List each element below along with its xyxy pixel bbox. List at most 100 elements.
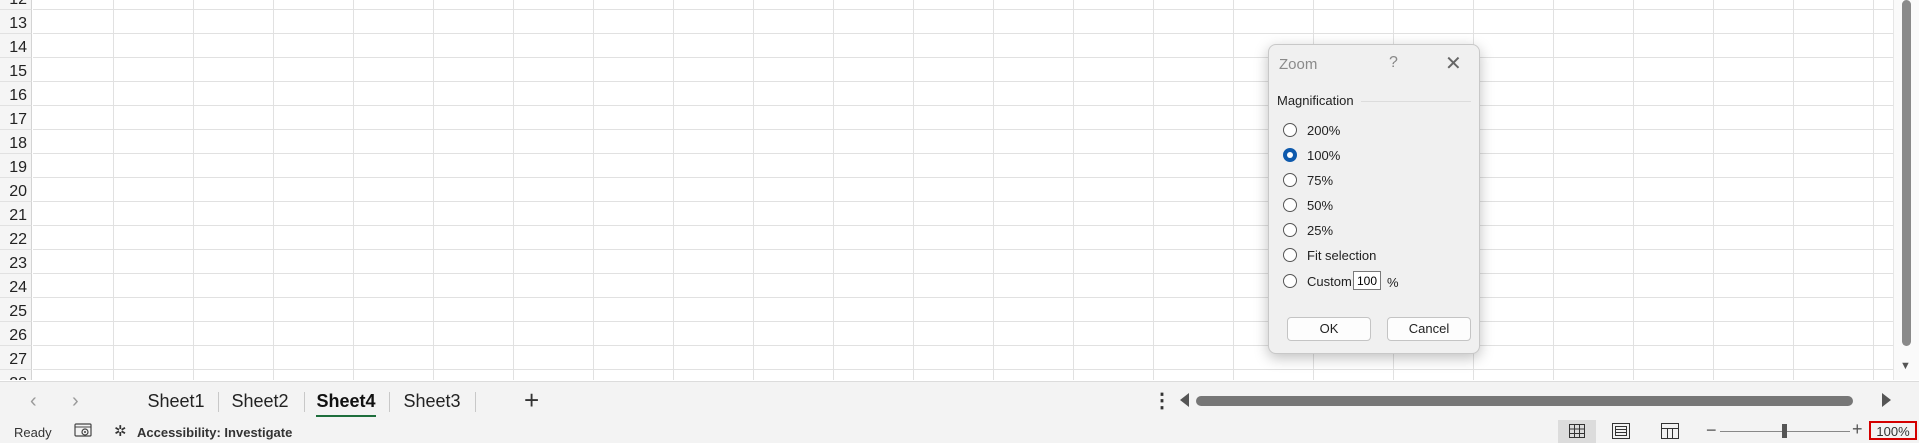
radio-custom[interactable]: Custom: % bbox=[1283, 271, 1473, 292]
row-header[interactable]: 13 bbox=[0, 10, 32, 34]
custom-percent-unit: % bbox=[1387, 275, 1399, 290]
vertical-scroll-thumb[interactable] bbox=[1902, 0, 1911, 346]
row-gridline bbox=[33, 153, 1893, 154]
column-gridline bbox=[833, 0, 834, 380]
row-header[interactable]: 15 bbox=[0, 58, 32, 82]
group-divider bbox=[1361, 101, 1471, 102]
help-icon[interactable]: ? bbox=[1389, 54, 1398, 72]
row-gridline bbox=[33, 321, 1893, 322]
sheet-tab-bar: ‹ › Sheet1 Sheet2 Sheet4 Sheet3 + ⋮ bbox=[0, 381, 1919, 420]
row-gridline bbox=[33, 369, 1893, 370]
row-gridline bbox=[33, 201, 1893, 202]
status-bar: Ready ✲ Accessibility: Investigate − + 1… bbox=[0, 419, 1919, 443]
column-gridline bbox=[1713, 0, 1714, 380]
radio-button-icon[interactable] bbox=[1283, 223, 1297, 237]
tab-separator bbox=[304, 392, 305, 412]
column-gridline bbox=[433, 0, 434, 380]
radio-button-icon[interactable] bbox=[1283, 198, 1297, 212]
row-gridline bbox=[33, 129, 1893, 130]
row-gridline bbox=[33, 345, 1893, 346]
radio-label: 25% bbox=[1307, 223, 1334, 238]
custom-zoom-input[interactable] bbox=[1353, 271, 1381, 290]
page-layout-icon[interactable] bbox=[1612, 423, 1630, 439]
column-gridline bbox=[673, 0, 674, 380]
previous-sheet-arrow-icon[interactable]: ‹ bbox=[30, 390, 37, 413]
scroll-left-arrow-icon[interactable] bbox=[1180, 393, 1189, 407]
column-gridline bbox=[593, 0, 594, 380]
column-gridline bbox=[273, 0, 274, 380]
accessibility-icon[interactable]: ✲ bbox=[114, 422, 127, 440]
row-header[interactable]: 21 bbox=[0, 202, 32, 226]
column-gridline bbox=[1073, 0, 1074, 380]
column-gridline bbox=[913, 0, 914, 380]
status-ready-text: Ready bbox=[14, 425, 52, 440]
sheet-tab-sheet1[interactable]: Sheet1 bbox=[145, 388, 207, 414]
row-gridline bbox=[33, 105, 1893, 106]
row-header[interactable]: 14 bbox=[0, 34, 32, 58]
row-header[interactable]: 18 bbox=[0, 130, 32, 154]
column-gridline bbox=[193, 0, 194, 380]
row-header[interactable]: 23 bbox=[0, 250, 32, 274]
scroll-right-arrow-icon[interactable] bbox=[1882, 393, 1891, 407]
row-gridline bbox=[33, 177, 1893, 178]
column-gridline bbox=[1633, 0, 1634, 380]
row-header[interactable]: 12 bbox=[0, 0, 32, 10]
ok-button[interactable]: OK bbox=[1287, 317, 1371, 341]
accessibility-status[interactable]: Accessibility: Investigate bbox=[137, 425, 292, 440]
grid-view-icon bbox=[1569, 424, 1585, 438]
row-gridline bbox=[33, 9, 1893, 10]
zoom-slider-thumb[interactable] bbox=[1782, 424, 1787, 438]
radio-button-icon[interactable] bbox=[1283, 148, 1297, 162]
radio-button-icon[interactable] bbox=[1283, 173, 1297, 187]
normal-view-button[interactable] bbox=[1558, 420, 1596, 443]
sheet-tab-sheet2[interactable]: Sheet2 bbox=[228, 388, 292, 414]
column-gridline bbox=[1873, 0, 1874, 380]
zoom-dialog: Zoom ? ✕ Magnification 200% 100% 75% 50%… bbox=[1268, 44, 1480, 354]
column-gridline bbox=[1553, 0, 1554, 380]
row-gridline bbox=[33, 33, 1893, 34]
column-gridline bbox=[113, 0, 114, 380]
radio-label: 75% bbox=[1307, 173, 1334, 188]
vertical-scrollbar[interactable]: ▼ bbox=[1893, 0, 1919, 380]
zoom-out-icon[interactable]: − bbox=[1706, 420, 1717, 441]
column-gridline bbox=[1233, 0, 1234, 380]
row-gridline bbox=[33, 57, 1893, 58]
radio-label: Fit selection bbox=[1307, 248, 1377, 263]
zoom-percentage-button[interactable]: 100% bbox=[1869, 421, 1917, 440]
row-header[interactable]: 19 bbox=[0, 154, 32, 178]
more-options-icon[interactable]: ⋮ bbox=[1152, 388, 1172, 413]
worksheet-grid[interactable]: 1213141516171819202122232425262728 ▼ bbox=[0, 0, 1919, 380]
row-header[interactable]: 22 bbox=[0, 226, 32, 250]
radio-button-icon[interactable] bbox=[1283, 274, 1297, 288]
scroll-down-arrow-icon[interactable]: ▼ bbox=[1900, 360, 1911, 372]
row-gridline bbox=[33, 297, 1893, 298]
horizontal-scroll-thumb[interactable] bbox=[1196, 396, 1853, 406]
row-header[interactable]: 27 bbox=[0, 346, 32, 370]
row-gridline bbox=[33, 249, 1893, 250]
radio-label: 200% bbox=[1307, 123, 1341, 138]
row-header[interactable]: 16 bbox=[0, 82, 32, 106]
row-gridline bbox=[33, 225, 1893, 226]
row-header[interactable]: 25 bbox=[0, 298, 32, 322]
radio-button-icon[interactable] bbox=[1283, 248, 1297, 262]
column-gridline bbox=[1153, 0, 1154, 380]
sheet-tab-sheet3[interactable]: Sheet3 bbox=[400, 388, 464, 414]
row-header[interactable]: 17 bbox=[0, 106, 32, 130]
sheet-tab-sheet4[interactable]: Sheet4 bbox=[314, 388, 378, 417]
macro-recording-icon[interactable] bbox=[74, 423, 92, 437]
column-gridline bbox=[1793, 0, 1794, 380]
next-sheet-arrow-icon[interactable]: › bbox=[72, 390, 79, 413]
row-header[interactable]: 20 bbox=[0, 178, 32, 202]
close-icon[interactable]: ✕ bbox=[1445, 51, 1462, 76]
cancel-button[interactable]: Cancel bbox=[1387, 317, 1471, 341]
column-gridline bbox=[513, 0, 514, 380]
row-gridline bbox=[33, 81, 1893, 82]
row-header[interactable]: 26 bbox=[0, 322, 32, 346]
row-header[interactable]: 28 bbox=[0, 370, 32, 380]
radio-button-icon[interactable] bbox=[1283, 123, 1297, 137]
page-break-preview-icon[interactable] bbox=[1661, 423, 1679, 439]
row-header[interactable]: 24 bbox=[0, 274, 32, 298]
column-gridline bbox=[993, 0, 994, 380]
add-sheet-plus-icon[interactable]: + bbox=[524, 385, 539, 416]
zoom-in-icon[interactable]: + bbox=[1852, 419, 1863, 440]
